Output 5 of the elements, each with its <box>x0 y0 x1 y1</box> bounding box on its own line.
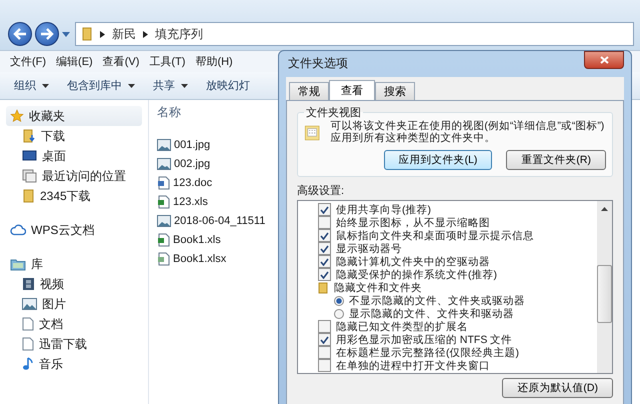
description-text: 可以将该文件夹正在使用的视图(例如“详细信息”或“图标”)应用到所有这种类型的文件夹中。 <box>330 120 606 144</box>
setting-category: 隐藏文件和文件夹 <box>318 281 597 294</box>
group-title: 文件夹视图 <box>305 106 362 120</box>
dialog-title: 文件夹选项 <box>288 54 348 72</box>
section-label: 高级设置: <box>297 184 346 198</box>
